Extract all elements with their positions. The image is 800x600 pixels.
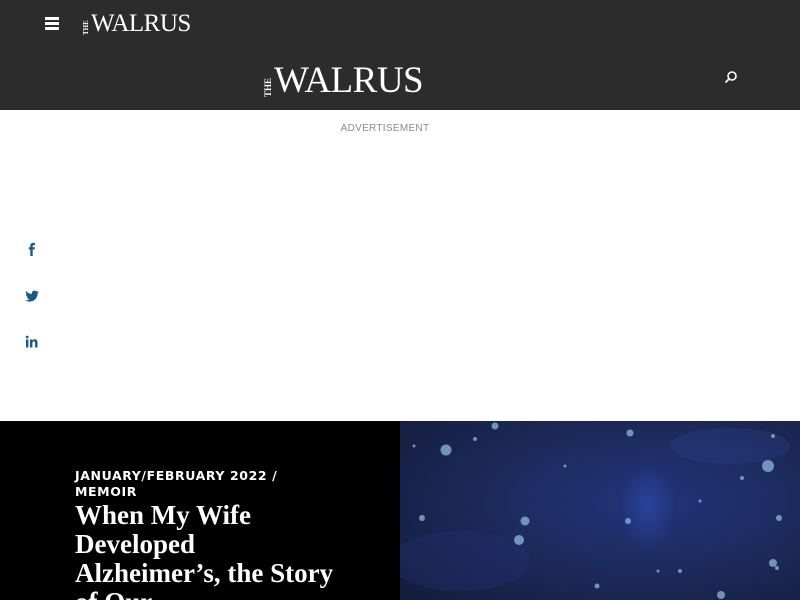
advertisement-label: ADVERTISEMENT xyxy=(340,123,430,134)
twitter-share-button[interactable] xyxy=(24,288,40,304)
section-link[interactable]: MEMOIR xyxy=(75,484,137,499)
hero-image xyxy=(400,421,800,600)
hero-text-panel: JANUARY/FEBRUARY 2022 / MEMOIR When My W… xyxy=(0,421,400,600)
issue-link[interactable]: JANUARY/FEBRUARY 2022 xyxy=(75,468,267,483)
top-bar: THE WALRUS xyxy=(0,0,800,47)
article-headline: When My Wife Developed Alzheimer’s, the … xyxy=(75,500,334,600)
main-logo-link[interactable]: THE WALRUS xyxy=(263,60,424,101)
article-kicker: JANUARY/FEBRUARY 2022 / MEMOIR xyxy=(75,468,305,500)
linkedin-share-button[interactable] xyxy=(24,334,40,350)
logo-wordmark: WALRUS xyxy=(91,10,191,37)
kicker-separator: / xyxy=(267,468,278,483)
facebook-share-button[interactable] xyxy=(24,242,40,258)
site-header: THE WALRUS xyxy=(0,47,800,110)
facebook-icon xyxy=(28,242,35,256)
top-logo-link[interactable]: THE WALRUS xyxy=(82,10,191,37)
menu-line xyxy=(45,27,59,30)
search-icon[interactable] xyxy=(723,69,739,85)
menu-line xyxy=(45,22,59,25)
logo-the: THE xyxy=(82,19,90,35)
menu-line xyxy=(45,17,59,20)
twitter-icon xyxy=(25,290,39,302)
linkedin-icon xyxy=(25,335,38,348)
logo-wordmark: WALRUS xyxy=(274,60,424,101)
logo-the: THE xyxy=(263,77,273,97)
hamburger-menu-icon[interactable] xyxy=(45,16,59,30)
